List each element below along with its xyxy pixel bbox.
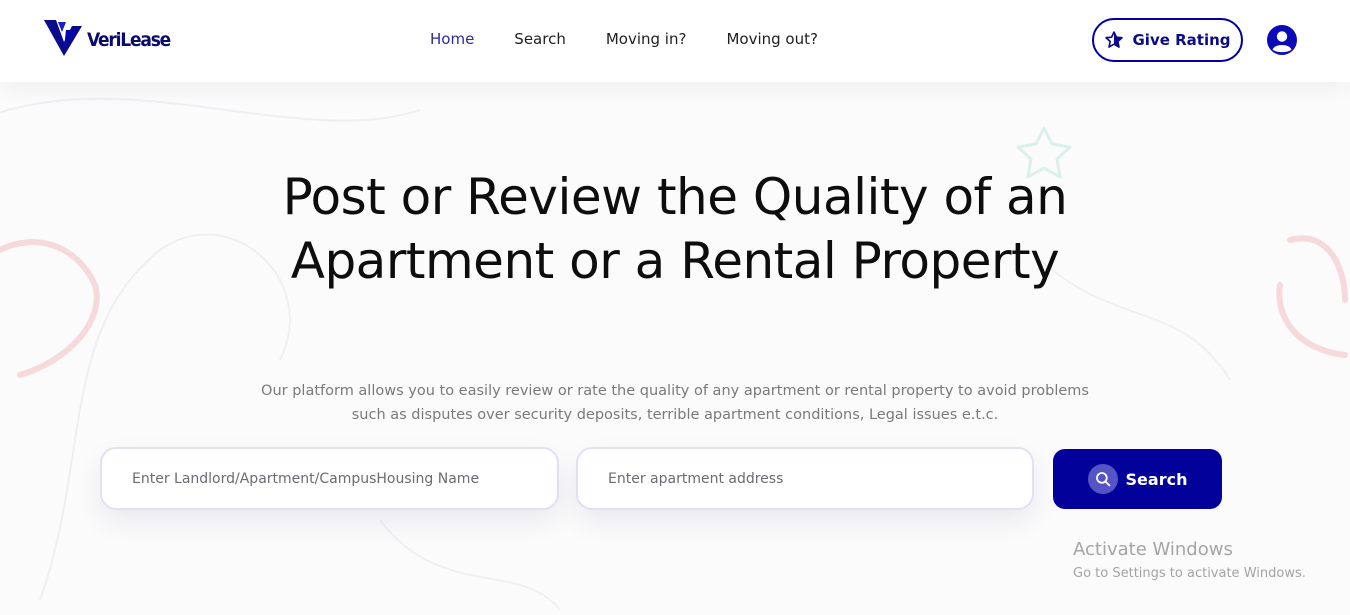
address-search-field: [576, 447, 1034, 510]
watermark-subtitle: Go to Settings to activate Windows.: [1073, 566, 1306, 581]
hero-subtitle: Our platform allows you to easily review…: [261, 383, 1089, 423]
watermark-title: Activate Windows: [1073, 539, 1233, 560]
hero-title: Post or Review the Quality of an Apartme…: [282, 168, 1068, 290]
name-search-input[interactable]: [102, 449, 557, 508]
verilease-logo[interactable]: VeriLease: [42, 17, 171, 59]
search-icon: [1087, 464, 1118, 494]
nav-home[interactable]: Home: [430, 28, 474, 50]
nav-search[interactable]: Search: [514, 28, 566, 50]
brand-name: VeriLease: [87, 29, 171, 51]
nav-moving-out[interactable]: Moving out?: [726, 28, 818, 50]
name-search-field: [100, 447, 559, 510]
top-navbar: VeriLease Home Search Moving in? Moving …: [0, 0, 1350, 82]
give-rating-label: Give Rating: [1132, 31, 1231, 49]
address-search-input[interactable]: [578, 449, 1032, 508]
nav-moving-in[interactable]: Moving in?: [606, 28, 687, 50]
search-button[interactable]: Search: [1053, 449, 1222, 509]
star-icon: [1104, 30, 1124, 50]
main-nav: Home Search Moving in? Moving out?: [430, 28, 858, 50]
background-decoration: [0, 97, 1348, 611]
search-button-label: Search: [1125, 469, 1188, 489]
give-rating-button[interactable]: Give Rating: [1092, 18, 1243, 62]
logo-mark-icon: [44, 20, 82, 56]
activate-windows-watermark: Activate Windows Go to Settings to activ…: [1073, 538, 1306, 584]
user-icon[interactable]: [1266, 24, 1298, 56]
